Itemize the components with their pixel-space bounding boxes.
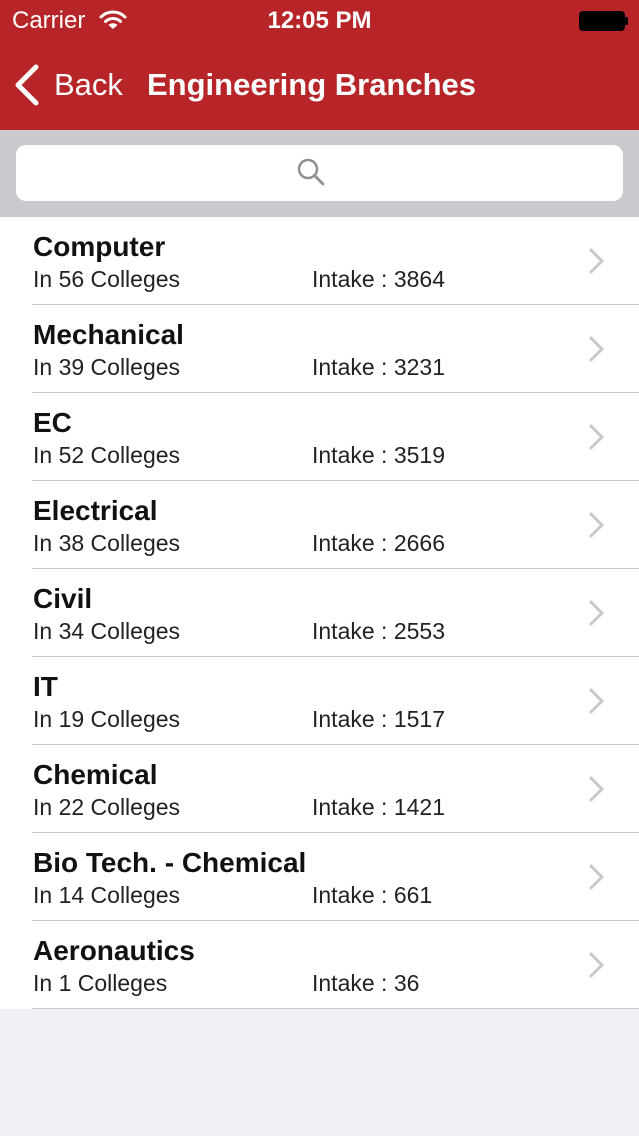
branch-row[interactable]: Bio Tech. - Chemical In 14 Colleges Inta… [0, 833, 639, 921]
top-bar: Carrier 12:05 PM Back Engineering Branch… [0, 0, 639, 130]
branch-intake: Intake : 36 [312, 970, 420, 996]
branch-college-count: In 34 Colleges [33, 618, 181, 644]
status-bar: Carrier 12:05 PM [0, 0, 639, 42]
branch-name: Bio Tech. - Chemical [33, 847, 307, 878]
branch-name: IT [33, 671, 58, 702]
branch-college-count: In 14 Colleges [33, 882, 181, 908]
branch-college-count: In 22 Colleges [33, 794, 181, 820]
branch-college-count: In 38 Colleges [33, 530, 181, 556]
row-separator [32, 1008, 639, 1009]
branch-name: Mechanical [33, 319, 184, 350]
branch-row[interactable]: IT In 19 Colleges Intake : 1517 [0, 657, 639, 745]
branch-name: Civil [33, 583, 93, 614]
app-screen: Carrier 12:05 PM Back Engineering Branch… [0, 0, 639, 1136]
battery-icon [579, 11, 628, 31]
branch-college-count: In 52 Colleges [33, 442, 181, 468]
branch-intake: Intake : 2553 [312, 618, 445, 644]
branch-intake: Intake : 2666 [312, 530, 445, 556]
chevron-right-icon [589, 600, 604, 626]
search-bar [0, 130, 639, 217]
branch-college-count: In 19 Colleges [33, 706, 181, 732]
branch-row[interactable]: Mechanical In 39 Colleges Intake : 3231 [0, 305, 639, 393]
branch-college-count: In 39 Colleges [33, 354, 181, 380]
branch-name: EC [33, 407, 72, 438]
branch-row[interactable]: Electrical In 38 Colleges Intake : 2666 [0, 481, 639, 569]
branch-row[interactable]: Aeronautics In 1 Colleges Intake : 36 [0, 921, 639, 1009]
branch-name: Chemical [33, 759, 158, 790]
branch-name: Computer [33, 231, 166, 262]
branch-intake: Intake : 1421 [312, 794, 445, 820]
back-button[interactable]: Back [12, 60, 137, 110]
chevron-right-icon [589, 864, 604, 890]
back-label: Back [54, 67, 123, 102]
branch-row[interactable]: Chemical In 22 Colleges Intake : 1421 [0, 745, 639, 833]
branch-list: Computer In 56 Colleges Intake : 3864 Me… [0, 217, 639, 1009]
chevron-right-icon [589, 776, 604, 802]
chevron-right-icon [589, 248, 604, 274]
branch-intake: Intake : 3519 [312, 442, 445, 468]
branch-name: Aeronautics [33, 935, 195, 966]
branch-intake: Intake : 1517 [312, 706, 445, 732]
branch-row[interactable]: Civil In 34 Colleges Intake : 2553 [0, 569, 639, 657]
navigation-bar: Back Engineering Branches [0, 42, 639, 130]
chevron-right-icon [589, 688, 604, 714]
branch-intake: Intake : 3864 [312, 266, 445, 292]
search-input[interactable] [16, 145, 623, 201]
branch-name: Electrical [33, 495, 158, 526]
branch-row[interactable]: EC In 52 Colleges Intake : 3519 [0, 393, 639, 481]
branch-college-count: In 56 Colleges [33, 266, 181, 292]
chevron-left-icon [15, 64, 39, 106]
chevron-right-icon [589, 336, 604, 362]
chevron-right-icon [589, 512, 604, 538]
chevron-right-icon [589, 424, 604, 450]
page-title: Engineering Branches [147, 67, 477, 102]
branch-intake: Intake : 3231 [312, 354, 445, 380]
branch-intake: Intake : 661 [312, 882, 433, 908]
branch-college-count: In 1 Colleges [33, 970, 168, 996]
chevron-right-icon [589, 952, 604, 978]
branch-row[interactable]: Computer In 56 Colleges Intake : 3864 [0, 217, 639, 305]
status-time: 12:05 PM [267, 7, 372, 34]
